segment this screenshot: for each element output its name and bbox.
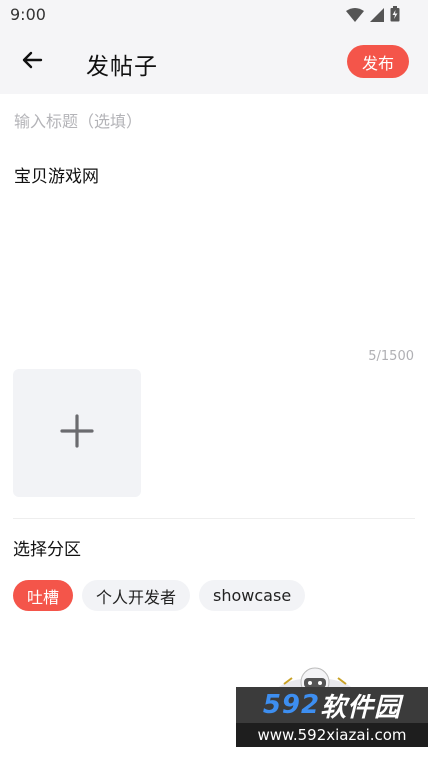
post-body-textarea[interactable]: 宝贝游戏网 bbox=[14, 162, 414, 342]
battery-icon bbox=[390, 6, 400, 26]
post-editor-screen: 9:00 发帖子 发布 输入标题（选填） 宝贝游戏网 5/1500 选择分区 吐… bbox=[0, 0, 428, 761]
title-input[interactable] bbox=[14, 107, 414, 135]
chip-showcase[interactable]: showcase bbox=[199, 580, 306, 611]
watermark-url: www.592xiazai.com bbox=[236, 723, 428, 747]
back-button[interactable] bbox=[14, 44, 50, 80]
add-image-button[interactable] bbox=[13, 369, 141, 497]
status-time: 9:00 bbox=[10, 5, 46, 24]
status-icons bbox=[346, 6, 400, 26]
divider bbox=[13, 518, 415, 519]
signal-icon bbox=[370, 7, 384, 26]
chip-indie-developer[interactable]: 个人开发者 bbox=[82, 580, 191, 611]
plus-icon bbox=[59, 413, 95, 453]
watermark-logo: 592 软件园 www.592xiazai.com bbox=[236, 687, 428, 747]
watermark-brand: 592 软件园 bbox=[236, 687, 428, 723]
watermark-brand-num: 592 bbox=[262, 690, 321, 720]
arrow-left-icon bbox=[20, 48, 44, 76]
wifi-icon bbox=[346, 7, 364, 26]
chip-tucao[interactable]: 吐槽 bbox=[13, 580, 74, 611]
section-label: 选择分区 bbox=[13, 540, 81, 560]
watermark-brand-text: 软件园 bbox=[320, 692, 402, 723]
char-counter: 5/1500 bbox=[368, 349, 414, 364]
section-chips: 吐槽 个人开发者 showcase bbox=[13, 580, 306, 611]
header-bar: 发帖子 发布 bbox=[0, 30, 428, 94]
status-bar: 9:00 bbox=[0, 0, 428, 30]
page-title: 发帖子 bbox=[86, 54, 158, 80]
publish-button[interactable]: 发布 bbox=[347, 45, 409, 78]
